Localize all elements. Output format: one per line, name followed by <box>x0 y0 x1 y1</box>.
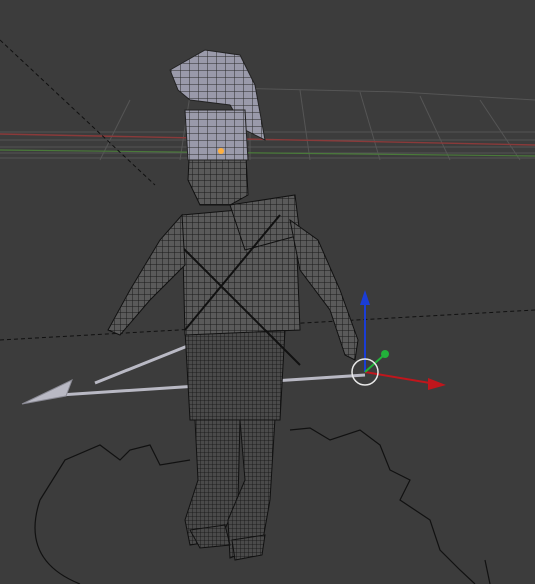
character-right-arm[interactable] <box>289 218 359 361</box>
3d-viewport[interactable] <box>0 0 535 584</box>
transform-manipulator-icon[interactable] <box>351 290 446 390</box>
character-left-arm[interactable] <box>107 213 186 336</box>
character-tunic[interactable] <box>184 329 286 421</box>
floor-grid <box>0 87 535 161</box>
helmet-crest[interactable] <box>169 49 266 161</box>
object-origin-icon <box>218 148 224 154</box>
